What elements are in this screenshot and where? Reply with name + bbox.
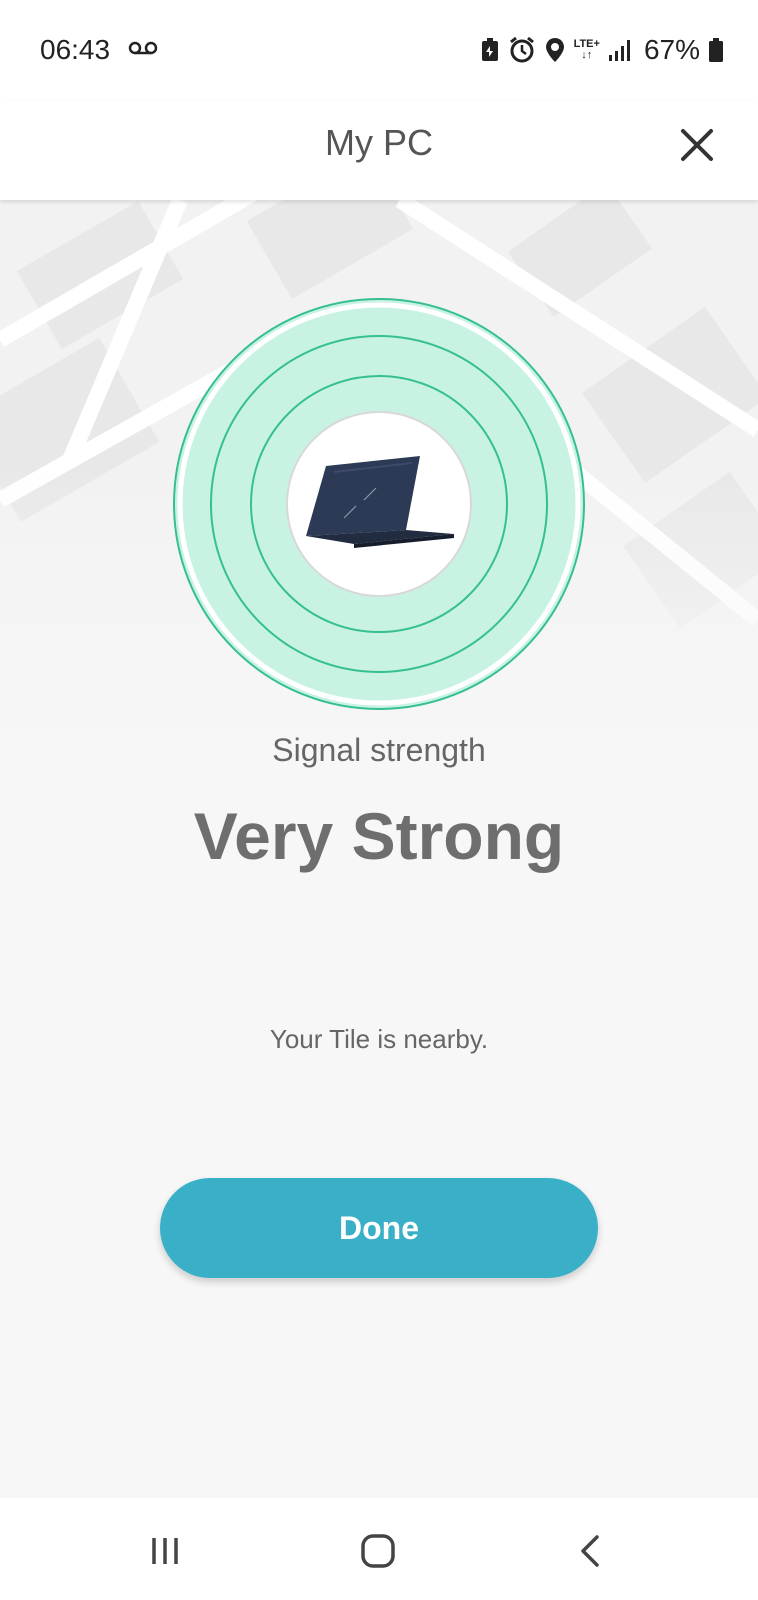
- alarm-icon: [509, 36, 534, 63]
- back-icon: [581, 1535, 599, 1567]
- home-button[interactable]: [353, 1526, 403, 1576]
- status-time: 06:43: [40, 34, 111, 65]
- battery-saver-icon: [481, 38, 498, 61]
- app-header: My PC: [0, 100, 758, 200]
- device-image: [289, 413, 469, 593]
- back-button[interactable]: [565, 1526, 615, 1576]
- close-icon: [681, 129, 713, 161]
- page-title: My PC: [325, 122, 433, 163]
- done-button[interactable]: Done: [160, 1178, 598, 1278]
- recent-apps-icon: [152, 1538, 178, 1564]
- signal-bars-icon: [608, 40, 630, 61]
- nearby-message: Your Tile is nearby.: [269, 1024, 489, 1054]
- network-type: LTE+ ↓↑: [573, 38, 600, 61]
- battery-percent: 67%: [643, 34, 700, 65]
- location-icon: [545, 38, 564, 62]
- signal-strength-label: Signal strength: [272, 732, 486, 768]
- battery-icon: [709, 38, 723, 62]
- laptop-icon: [306, 456, 454, 548]
- status-icons: LTE+ ↓↑ 67%: [480, 30, 724, 70]
- data-arrows-icon: ↓↑: [581, 49, 593, 61]
- signal-strength-value: Very Strong: [193, 799, 565, 873]
- home-icon: [361, 1534, 395, 1568]
- status-bar: 06:43 LTE+ ↓↑ 67%: [0, 0, 758, 100]
- recent-apps-button[interactable]: [140, 1526, 190, 1576]
- close-button[interactable]: [672, 120, 722, 170]
- navigation-bar: [0, 1498, 758, 1600]
- main-content: Signal strength Very Strong Your Tile is…: [0, 200, 758, 1498]
- voicemail-icon: [128, 41, 158, 55]
